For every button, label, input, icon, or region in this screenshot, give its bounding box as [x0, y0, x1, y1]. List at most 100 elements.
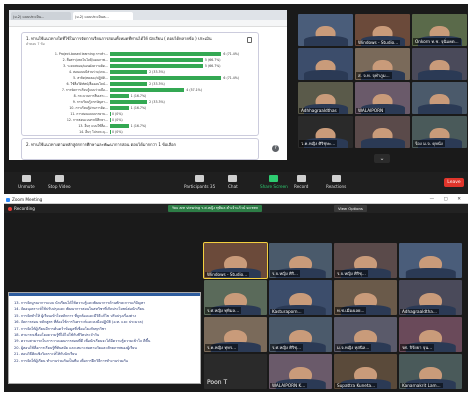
- bar: [110, 70, 148, 74]
- chat-icon: [228, 175, 238, 182]
- participant-video-tile[interactable]: Supattra Kuneta...: [334, 354, 397, 389]
- browser-tab-bar: (ม.2) แบบประเมิน... (ม.2) แบบประเมินค...: [9, 10, 287, 20]
- participant-name: ว.ค.หญิง ศิริชุษะ...: [299, 140, 338, 147]
- participant-video-tile[interactable]: ร.ศ.หญิง ศิริชุ...: [269, 317, 332, 352]
- participant-body: [417, 70, 462, 80]
- participant-video-tile[interactable]: Kanarnakrit Lam...: [399, 354, 462, 389]
- participant-body: [303, 36, 348, 46]
- participant-video-tile[interactable]: [355, 116, 410, 148]
- participant-name: ร.ค.หญิง ทุหร...: [205, 344, 239, 351]
- participant-video-tile[interactable]: Windows - Studio...: [203, 242, 268, 279]
- participant-name: ร.จ.หญิง ศิริชุ...: [335, 270, 368, 277]
- view-options-button[interactable]: View Options: [334, 205, 367, 212]
- chevron-down-icon[interactable]: ⌄: [374, 154, 390, 163]
- participant-video-tile[interactable]: [412, 82, 467, 114]
- participants-icon: [195, 175, 205, 182]
- zoom-window-top: (ม.2) แบบประเมิน... (ม.2) แบบประเมินค...…: [4, 4, 468, 194]
- control-label: Record: [294, 184, 309, 189]
- participant-name: Kasturaporn...: [270, 309, 304, 314]
- browser-tab[interactable]: (ม.2) แบบประเมิน...: [11, 12, 71, 20]
- response-count: คำตอบ 7 ข้อ: [26, 42, 45, 46]
- record-dot-icon: [8, 207, 12, 211]
- participant-video-tile[interactable]: Windows - Studio...: [355, 14, 410, 46]
- recording-indicator[interactable]: Recording: [8, 205, 35, 212]
- browser-tab[interactable]: (ม.2) แบบประเมินค...: [73, 12, 133, 20]
- participant-video-tile[interactable]: WALAIPORN: [355, 82, 410, 114]
- participant-body: [303, 70, 348, 80]
- participant-name: WALAIPORN: [356, 108, 386, 113]
- share-screen-button[interactable]: Share Screen: [260, 175, 288, 189]
- participant-name: Windows - Studio...: [205, 272, 250, 277]
- bar: [110, 64, 203, 68]
- participant-video-tile[interactable]: Adhhagraaldthas: [298, 82, 353, 114]
- participant-video-tile[interactable]: WALAIPORN K...: [269, 354, 332, 389]
- address-bar[interactable]: [9, 20, 287, 27]
- reactions-icon: [331, 175, 341, 182]
- shared-slide: 13. การจัดบูรณาการแบบ นักเรียนได้ใช้ความ…: [8, 292, 201, 384]
- participant-name: Windows - Studio...: [356, 40, 401, 45]
- participant-video-tile[interactable]: [298, 14, 353, 46]
- control-label: Unmute: [18, 184, 35, 189]
- participant-video-tile[interactable]: Adhagraaldtha...: [399, 280, 462, 315]
- slide-text: 13. การจัดบูรณาการแบบ นักเรียนได้ใช้ความ…: [9, 296, 200, 368]
- copy-icon[interactable]: [247, 37, 252, 43]
- window-title: Zoom Meeting: [12, 197, 43, 202]
- participant-name: ร้อง ม.จ. ดุหนัง: [413, 140, 445, 147]
- participant-video-tile[interactable]: ร.จ.หญิง ศิริชุ...: [334, 243, 397, 278]
- participant-video-tile[interactable]: ร้อง ม.จ. ดุหนัง: [412, 116, 467, 148]
- zoom-window-bottom: Zoom Meeting — ▢ ✕ Recording You are vie…: [4, 196, 468, 392]
- participant-video-tile[interactable]: [412, 48, 467, 80]
- participant-video-tile[interactable]: Poon T: [204, 354, 267, 389]
- participant-name: ม.จ.หญิง ทุสนิล...: [335, 344, 372, 351]
- participant-name: Adhhagraaldthas: [299, 108, 339, 113]
- control-label: Reactions: [326, 184, 347, 189]
- participant-video-tile[interactable]: ม.จ.หญิง ทุสนิล...: [334, 317, 397, 352]
- meeting-topbar: Recording You are viewing ร.ศ.หญิง ทุทิม…: [4, 204, 468, 213]
- bar: [110, 76, 222, 80]
- participant-gallery-top: Windows - Studio... Onkorn ท.ช. จุนิ่มคต.…: [298, 14, 468, 150]
- participant-video-tile[interactable]: รศ. จิรัยยา จุน...: [399, 317, 462, 352]
- bar: [110, 52, 222, 56]
- participant-name: Poon T: [207, 379, 228, 386]
- bar: [110, 118, 111, 122]
- participant-video-tile[interactable]: ส. จ.ท. จุฬาภูม...: [355, 48, 410, 80]
- participant-name: WALAIPORN K...: [270, 383, 308, 388]
- participants-button[interactable]: Participants 35: [184, 175, 215, 189]
- participant-video-tile[interactable]: [298, 48, 353, 80]
- meeting-controls: Leave Unmute Stop Video Participants 35 Cha…: [4, 172, 468, 194]
- reactions-button[interactable]: Reactions: [326, 175, 346, 189]
- bar: [110, 130, 111, 134]
- record-button[interactable]: Record: [294, 175, 308, 189]
- microphone-icon: [21, 175, 31, 182]
- participant-video-tile[interactable]: ร.ค.หญิง ทุหร...: [204, 317, 267, 352]
- bar: [110, 100, 148, 104]
- bar: [110, 124, 129, 128]
- participant-name: ร.ศ.หญิง ทุทิมล...: [205, 307, 242, 314]
- participant-video-tile[interactable]: ร.จ.หญิง ศิริ...: [269, 243, 332, 278]
- stop-video-button[interactable]: Stop Video: [48, 175, 71, 189]
- participant-video-tile[interactable]: ท.ช.เมืองเลย...: [334, 280, 397, 315]
- unmute-button[interactable]: Unmute: [18, 175, 35, 189]
- participant-video-tile[interactable]: ร.ศ.หญิง ทุทิมล...: [204, 280, 267, 315]
- bar: [110, 106, 129, 110]
- chat-button[interactable]: Chat: [228, 175, 238, 189]
- leave-button[interactable]: Leave: [444, 178, 464, 187]
- control-label: Participants 35: [184, 184, 216, 189]
- participant-body: [360, 138, 405, 148]
- participant-body: [417, 104, 462, 114]
- window-controls[interactable]: — ▢ ✕: [430, 196, 465, 204]
- participant-name: Kanarnakrit Lam...: [400, 383, 443, 388]
- tick-label: 14. อื่นๆ โปรดระบุ...: [79, 130, 108, 134]
- bar: [110, 112, 111, 116]
- participant-video-tile[interactable]: Onkorn ท.ช. จุนิ่มคต...: [412, 14, 467, 46]
- participant-name: Onkorn ท.ช. จุนิ่มคต...: [413, 38, 461, 45]
- question-title: 1. ท่านใช้แนวทางใดที่ใช้ในการจัดการเรียน…: [26, 36, 212, 41]
- help-icon[interactable]: ?: [272, 145, 279, 152]
- form-summary-card-2: 2. ท่านใช้แนวทางตามหลักสูตรการศึกษาและพั…: [21, 138, 259, 160]
- participant-video-tile[interactable]: [399, 243, 462, 278]
- participant-body: [405, 267, 456, 278]
- participant-video-tile[interactable]: Kasturaporn...: [269, 280, 332, 315]
- participant-video-tile[interactable]: ว.ค.หญิง ศิริชุษะ...: [298, 116, 353, 148]
- form-summary-card: 1. ท่านใช้แนวทางใดที่ใช้ในการจัดการเรียน…: [21, 32, 259, 136]
- shared-screen: (ม.2) แบบประเมิน... (ม.2) แบบประเมินค...…: [9, 10, 287, 160]
